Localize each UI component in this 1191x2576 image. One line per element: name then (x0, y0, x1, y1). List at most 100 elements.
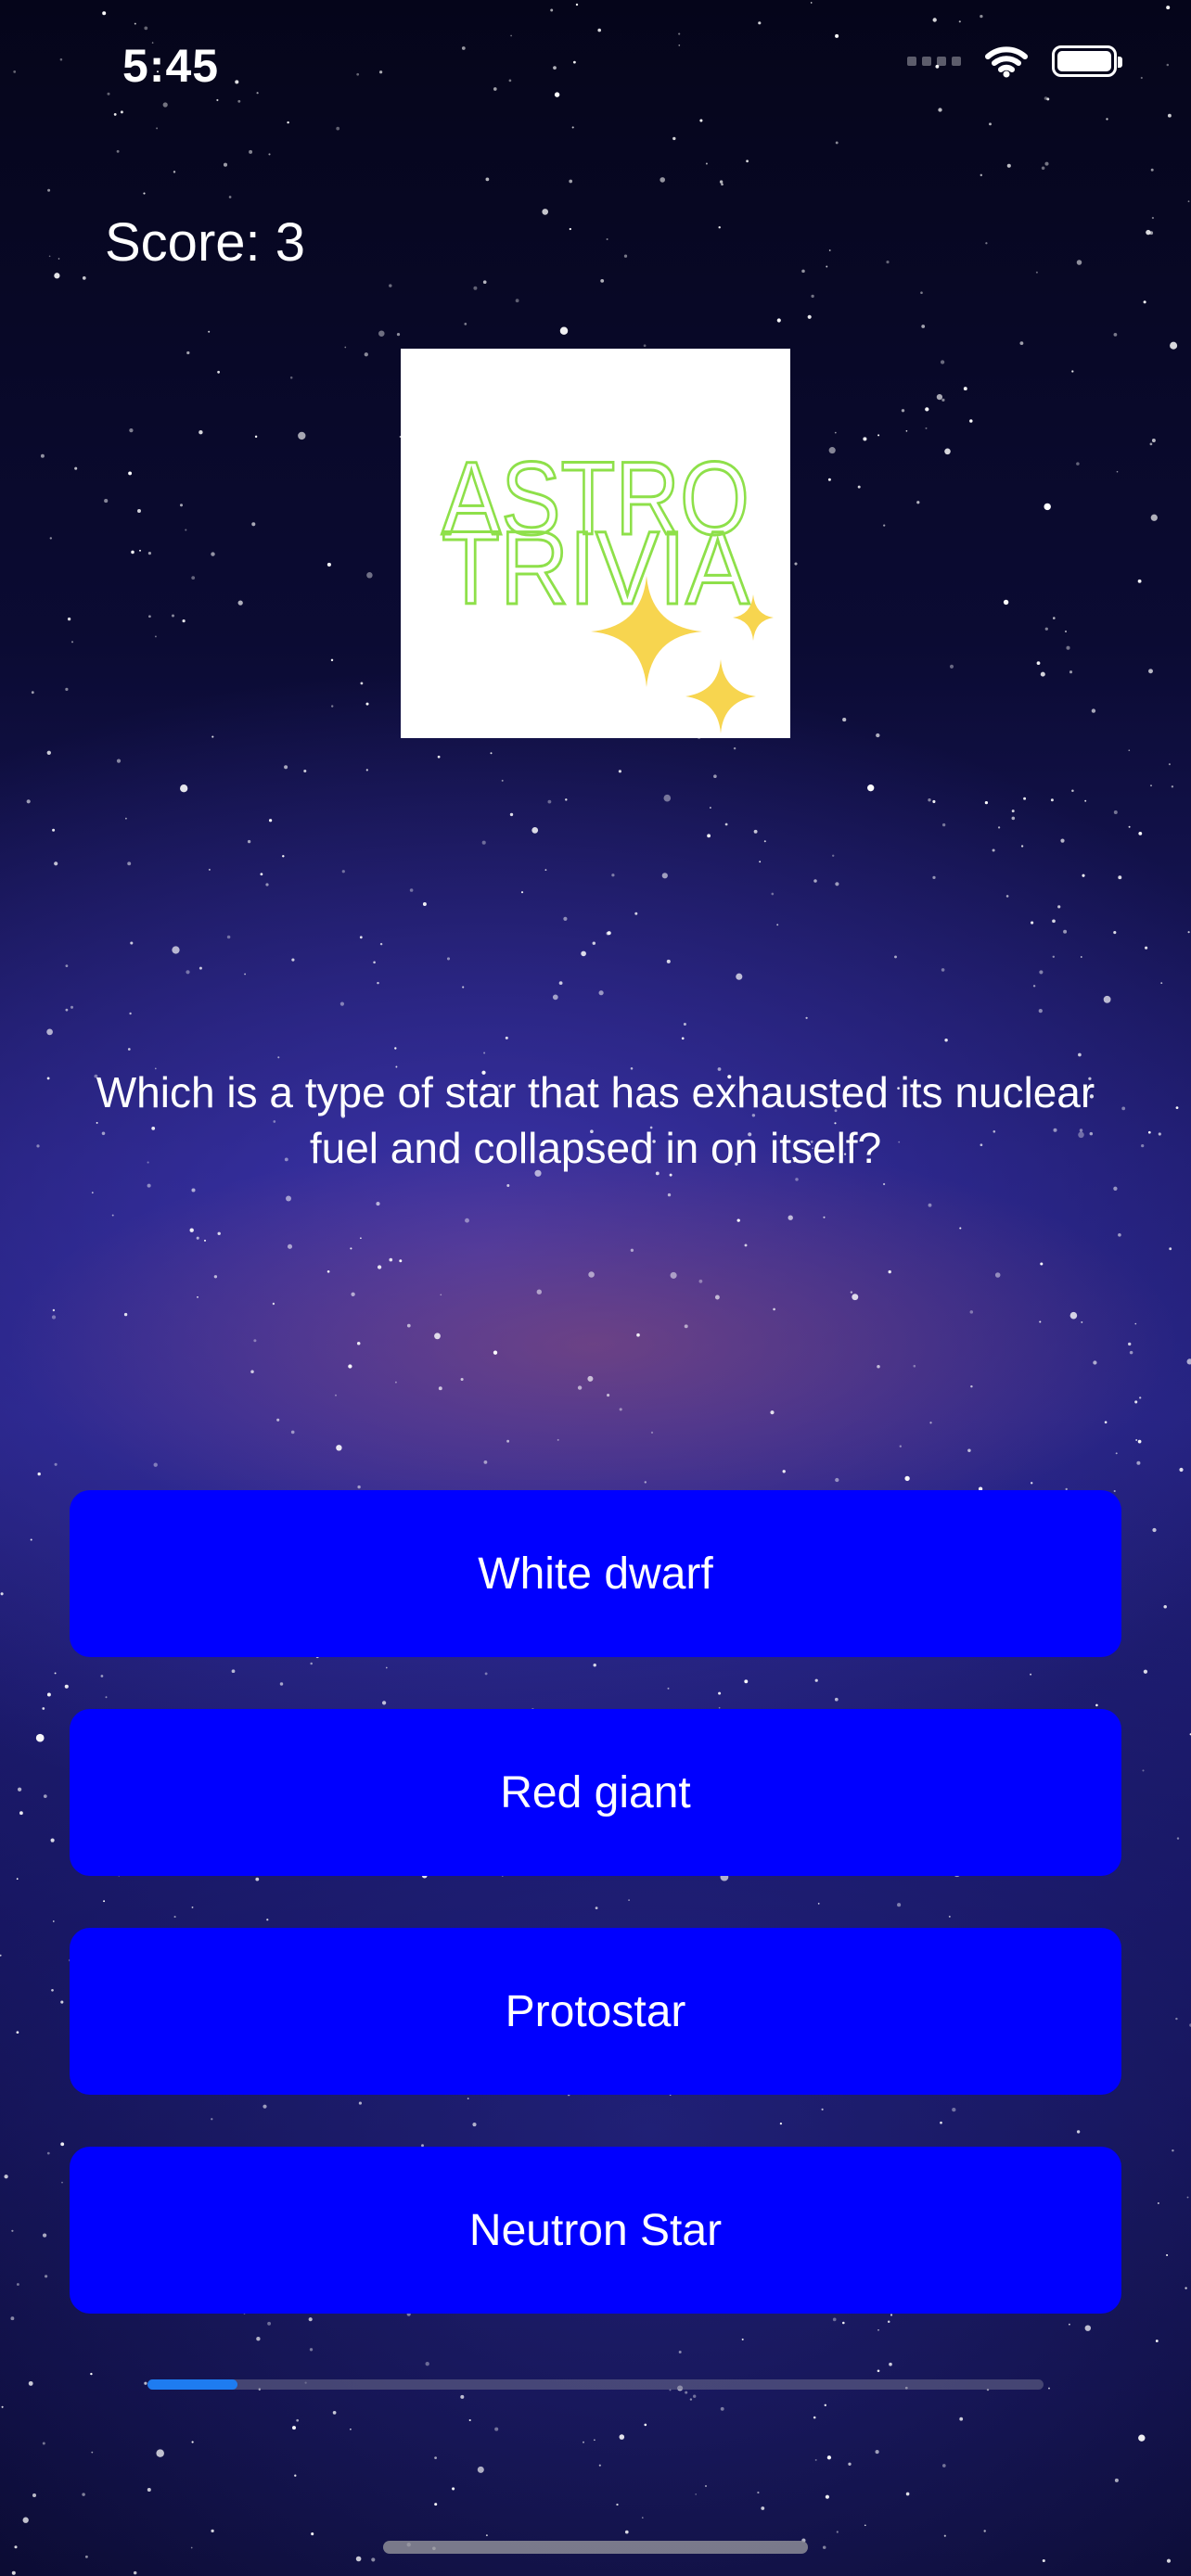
star (153, 1462, 158, 1467)
star (744, 1243, 748, 1247)
star (1137, 579, 1142, 583)
star (948, 1915, 951, 1918)
star (905, 2492, 910, 2496)
star (465, 1218, 469, 1223)
star (13, 70, 17, 73)
star (276, 1418, 280, 1422)
star (208, 330, 211, 333)
star (887, 2320, 890, 2324)
star (289, 376, 293, 379)
star (357, 1485, 361, 1489)
star (171, 614, 175, 618)
star (16, 2283, 19, 2286)
star (48, 255, 51, 258)
star (1118, 875, 1122, 880)
answer-button-1[interactable]: White dwarf (70, 1490, 1121, 1657)
star (60, 2000, 64, 2004)
star (228, 196, 232, 198)
star (483, 1052, 486, 1054)
star (1040, 671, 1045, 677)
star (807, 314, 812, 319)
star (107, 92, 110, 96)
star (559, 326, 569, 336)
answer-button-2[interactable]: Red giant (70, 1709, 1121, 1876)
star (1169, 1247, 1172, 1251)
star (131, 550, 134, 555)
star (266, 1919, 269, 1921)
star (256, 92, 259, 95)
star (643, 344, 647, 348)
star (185, 529, 187, 531)
star (592, 941, 596, 945)
star (172, 946, 180, 954)
star (828, 249, 831, 251)
star (156, 127, 159, 130)
star (705, 2485, 707, 2487)
star (693, 2394, 697, 2398)
star (255, 1877, 260, 1881)
star (434, 2456, 437, 2459)
star (113, 113, 117, 116)
star (644, 2423, 647, 2427)
star (16, 1878, 19, 1881)
star (74, 466, 78, 470)
star (54, 273, 60, 279)
star (191, 576, 196, 580)
star (746, 159, 749, 163)
star (336, 126, 340, 131)
star (805, 1016, 808, 1019)
star (287, 121, 289, 124)
star (681, 1037, 685, 1040)
star (634, 912, 638, 915)
star (237, 99, 241, 103)
star (494, 2427, 499, 2431)
home-indicator[interactable] (383, 2541, 808, 2554)
star (196, 1236, 199, 1240)
star (327, 1269, 330, 1273)
star (794, 562, 798, 566)
star (462, 986, 465, 988)
star (204, 1239, 206, 1242)
star (795, 1178, 799, 1181)
star (770, 1410, 775, 1415)
star (1053, 617, 1056, 619)
star (1142, 1769, 1145, 1772)
star (1044, 627, 1048, 631)
star (771, 892, 775, 896)
star (54, 861, 58, 866)
star (217, 1231, 221, 1236)
star (1039, 1320, 1042, 1323)
star (863, 437, 867, 441)
star (104, 499, 109, 504)
logo-line2: TRIVIA (442, 510, 749, 626)
star (689, 2398, 693, 2401)
star (989, 122, 992, 126)
star (1084, 799, 1087, 802)
star (1116, 470, 1119, 473)
star (563, 916, 568, 921)
star (1140, 76, 1143, 80)
answer-button-3[interactable]: Protostar (70, 1928, 1121, 2095)
star (905, 429, 908, 432)
answer-button-4[interactable]: Neutron Star (70, 2147, 1121, 2314)
star (575, 3, 579, 6)
star (180, 784, 188, 793)
star (941, 823, 946, 827)
star (721, 183, 724, 186)
star (899, 1445, 902, 1447)
star (1052, 955, 1056, 959)
star (944, 448, 951, 455)
star (616, 2503, 619, 2506)
star (208, 868, 211, 871)
star (67, 617, 71, 621)
star (43, 1794, 47, 1798)
star (842, 2321, 845, 2325)
star (42, 2233, 47, 2238)
star (364, 352, 368, 357)
star (286, 1195, 291, 1202)
star (82, 2493, 85, 2496)
star (718, 225, 721, 229)
star (284, 765, 288, 770)
star (877, 2328, 879, 2331)
star (1129, 1350, 1133, 1355)
